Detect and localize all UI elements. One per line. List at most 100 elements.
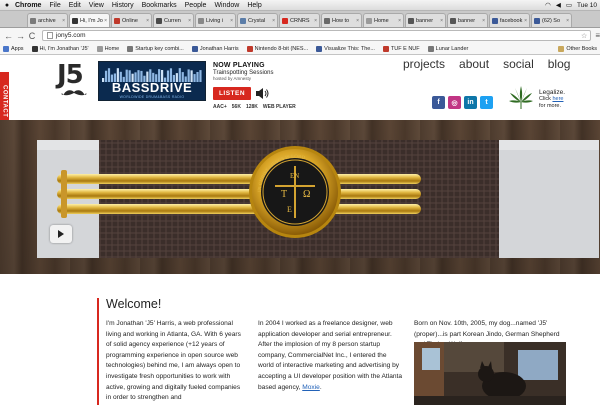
browser-tab[interactable]: Home ×	[363, 13, 404, 27]
play-button[interactable]	[50, 225, 72, 243]
nav-blog[interactable]: blog	[548, 57, 571, 71]
bookmark-item[interactable]: Hi, I'm Jonathan 'J5'	[31, 45, 89, 52]
bookmark-star-icon[interactable]: ☆	[581, 32, 587, 40]
svg-text:Ω: Ω	[303, 189, 310, 200]
bitrate-128k[interactable]: 128K	[246, 104, 258, 110]
menu-help[interactable]: Help	[247, 2, 261, 9]
bitrate-56k[interactable]: 56K	[232, 104, 241, 110]
bookmark-label: Visualize This: The...	[324, 45, 375, 52]
bookmark-label: Apps	[11, 45, 24, 52]
nav-social[interactable]: social	[503, 57, 534, 71]
browser-tab[interactable]: (62) So ×	[531, 13, 572, 27]
bookmark-item[interactable]: Visualize This: The...	[316, 45, 375, 52]
instagram-icon[interactable]: ◎	[448, 96, 461, 109]
browser-tab[interactable]: Hi, I'm Jo ×	[69, 13, 110, 27]
tab-close-icon[interactable]: ×	[187, 18, 191, 24]
bassdrive-logo[interactable]: BASSDRIVE WORLDWIDE DRUM&BASS RADIO	[98, 61, 206, 101]
bookmark-item[interactable]: Home	[96, 45, 119, 52]
browser-tab[interactable]: How to ×	[321, 13, 362, 27]
bassdrive-tagline: WORLDWIDE DRUM&BASS RADIO	[119, 95, 185, 99]
browser-tab[interactable]: Living i ×	[195, 13, 236, 27]
browser-tab[interactable]: Curren ×	[153, 13, 194, 27]
now-playing-info: NOW PLAYING Trainspotting Sessions hoste…	[213, 62, 323, 81]
apple-icon[interactable]: ●	[2, 2, 12, 9]
hero-photo-tie-clip: EN Τ Ω Ε IN CHRIST · JESUS IS LORD	[37, 140, 599, 258]
menu-history[interactable]: History	[112, 2, 134, 9]
menu-window[interactable]: Window	[214, 2, 239, 9]
tab-close-icon[interactable]: ×	[397, 18, 401, 24]
tab-strip: archive × Hi, I'm Jo × Online × Curren × Living …	[0, 11, 600, 28]
twitter-icon[interactable]: t	[480, 96, 493, 109]
tab-close-icon[interactable]: ×	[229, 18, 233, 24]
legalize-here-link[interactable]: here	[552, 96, 563, 102]
tab-close-icon[interactable]: ×	[103, 18, 107, 24]
tab-label: facebook	[500, 17, 523, 24]
listen-button[interactable]: LISTEN	[213, 87, 251, 100]
menu-view[interactable]: View	[89, 2, 104, 9]
cannabis-leaf-icon[interactable]	[507, 83, 535, 111]
j5-logo[interactable]: J5	[57, 61, 93, 101]
bitrate-aac[interactable]: AAC+	[213, 104, 227, 110]
facebook-icon[interactable]: f	[432, 96, 445, 109]
browser-tab[interactable]: Online ×	[111, 13, 152, 27]
bookmark-favicon-icon	[31, 45, 38, 52]
menu-edit[interactable]: Edit	[69, 2, 81, 9]
tab-close-icon[interactable]: ×	[145, 18, 149, 24]
tab-favicon-icon	[156, 17, 162, 24]
tab-close-icon[interactable]: ×	[523, 18, 527, 24]
web-player-link[interactable]: WEB PLAYER	[263, 104, 296, 110]
bookmark-label: Nintendo 8-bit (NES...	[254, 45, 309, 52]
browser-tab[interactable]: Crystal ×	[237, 13, 278, 27]
address-bar[interactable]: jony5.com ☆	[41, 30, 592, 41]
folder-icon	[558, 45, 565, 52]
bookmark-item[interactable]: Jonathan Harris	[191, 45, 239, 52]
bookmark-item[interactable]: Lunar Lander	[427, 45, 468, 52]
bookmark-favicon-icon	[3, 45, 9, 52]
browser-tab[interactable]: banner ×	[405, 13, 446, 27]
legalize-callout: Legalize. Click here for more.	[539, 89, 579, 110]
menu-bookmarks[interactable]: Bookmarks	[142, 2, 177, 9]
tab-favicon-icon	[366, 17, 372, 24]
browser-tab[interactable]: CRNRS ×	[279, 13, 320, 27]
menu-people[interactable]: People	[185, 2, 207, 9]
tab-close-icon[interactable]: ×	[271, 18, 275, 24]
menu-app-name[interactable]: Chrome	[15, 2, 41, 9]
bookmark-item[interactable]: TUF E NUF	[382, 45, 420, 52]
bookmark-item[interactable]: Nintendo 8-bit (NES...	[246, 45, 309, 52]
dog-photo-image	[414, 342, 566, 405]
back-button[interactable]: ←	[4, 31, 13, 41]
mustache-icon	[61, 90, 87, 96]
nav-projects[interactable]: projects	[403, 57, 445, 71]
tab-close-icon[interactable]: ×	[61, 18, 65, 24]
forward-button[interactable]: →	[16, 31, 25, 41]
browser-tab[interactable]: archive ×	[27, 13, 68, 27]
dog-photo	[414, 342, 566, 405]
svg-text:Τ: Τ	[281, 189, 287, 200]
tab-close-icon[interactable]: ×	[439, 18, 443, 24]
menu-file[interactable]: File	[49, 2, 60, 9]
speaker-icon[interactable]	[255, 87, 269, 100]
bookmark-favicon-icon	[427, 45, 434, 52]
tab-close-icon[interactable]: ×	[565, 18, 569, 24]
reload-button[interactable]: C	[28, 31, 36, 41]
browser-tab[interactable]: facebook ×	[489, 13, 530, 27]
moxie-link[interactable]: Moxie	[302, 384, 320, 391]
battery-icon[interactable]: ▭	[566, 1, 572, 9]
accent-bar	[97, 298, 99, 405]
clock[interactable]: Tue 10	[577, 2, 597, 9]
wifi-icon[interactable]: ◠	[545, 1, 551, 9]
nav-about[interactable]: about	[459, 57, 489, 71]
volume-icon[interactable]: ◀	[556, 1, 561, 9]
tab-favicon-icon	[30, 17, 36, 24]
tab-close-icon[interactable]: ×	[355, 18, 359, 24]
other-bookmarks[interactable]: Other Books	[558, 45, 597, 52]
tab-close-icon[interactable]: ×	[313, 18, 317, 24]
bookmark-item[interactable]: Apps	[3, 45, 24, 52]
linkedin-icon[interactable]: in	[464, 96, 477, 109]
chrome-menu-icon[interactable]: ≡	[595, 31, 600, 40]
bookmark-item[interactable]: Startup key combi...	[127, 45, 184, 52]
tab-favicon-icon	[114, 17, 120, 24]
show-host: hosted by Amnesty	[213, 76, 252, 81]
browser-tab[interactable]: banner ×	[447, 13, 488, 27]
tab-close-icon[interactable]: ×	[481, 18, 485, 24]
